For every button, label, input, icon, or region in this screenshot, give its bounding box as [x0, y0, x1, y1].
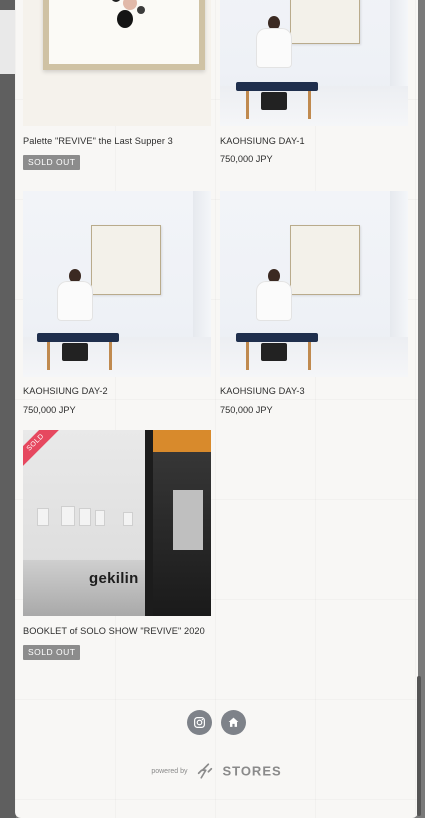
product-card[interactable]: Palette "REVIVE" the Last Supper 3 SOLD … [23, 0, 211, 170]
page-backdrop [0, 0, 16, 818]
store-sheet: Palette "REVIVE" the Last Supper 3 SOLD … [15, 0, 418, 818]
exhibit-piece [123, 512, 133, 526]
room-floor [23, 337, 211, 377]
sold-out-badge: SOLD OUT [23, 155, 81, 170]
exhibit-piece [95, 510, 105, 526]
bench-leg [47, 342, 50, 370]
room-scene [220, 0, 408, 126]
product-card[interactable]: KAOHSIUNG DAY-3 750,000 JPY [220, 191, 408, 415]
page-viewport: Palette "REVIVE" the Last Supper 3 SOLD … [0, 0, 425, 818]
room-scene [220, 191, 408, 377]
bench-leg [308, 342, 311, 370]
sold-out-badge: SOLD OUT [23, 645, 81, 660]
scrollbar-thumb[interactable] [417, 676, 421, 816]
exhibit-piece [37, 508, 49, 526]
window-frame [145, 430, 153, 616]
stores-brand: STORES [222, 763, 282, 779]
bench [236, 82, 318, 91]
bench-leg [109, 342, 112, 370]
person-body [256, 281, 292, 321]
gallery-door [173, 490, 203, 550]
instagram-icon [194, 717, 205, 728]
product-card[interactable]: gekilin SOLD BOOKLET of SOLO SHOW "REVIV… [23, 430, 211, 660]
product-name[interactable]: KAOHSIUNG DAY-1 [220, 136, 305, 146]
store-footer: powered by STORES [15, 700, 418, 800]
paint-dot [137, 6, 145, 14]
powered-by-label: powered by [151, 767, 188, 775]
home-link[interactable] [221, 710, 246, 735]
painting-frame [43, 0, 205, 70]
room-scene [23, 191, 211, 377]
paint-dot [117, 10, 133, 28]
product-card[interactable]: KAOHSIUNG DAY-1 750,000 JPY [220, 0, 408, 164]
product-image[interactable] [220, 0, 408, 126]
gallery-photo: gekilin [23, 430, 211, 616]
product-price: 750,000 JPY [220, 405, 273, 415]
wall-artwork [290, 0, 360, 44]
bench-leg [246, 91, 249, 119]
gallery-logo-text: gekilin [89, 570, 139, 587]
person-body [256, 28, 292, 68]
person-legs [62, 343, 88, 361]
exhibit-piece [79, 508, 91, 526]
stores-logo-icon [197, 763, 213, 779]
product-name[interactable]: BOOKLET of SOLO SHOW "REVIVE" 2020 [23, 626, 205, 636]
gallery-orange-panel [153, 430, 211, 452]
gallery-floor [23, 560, 145, 616]
backdrop-strip [0, 10, 16, 74]
instagram-link[interactable] [187, 710, 212, 735]
product-name[interactable]: Palette "REVIVE" the Last Supper 3 [23, 136, 173, 146]
bench [37, 333, 119, 342]
product-name[interactable]: KAOHSIUNG DAY-3 [220, 386, 305, 396]
wall-artwork [290, 225, 360, 295]
bench-leg [308, 91, 311, 119]
exhibit-piece [61, 506, 75, 526]
product-image[interactable]: gekilin SOLD [23, 430, 211, 616]
person-legs [261, 343, 287, 361]
product-card[interactable]: KAOHSIUNG DAY-2 750,000 JPY [23, 191, 211, 415]
product-image[interactable] [23, 0, 211, 126]
bench [236, 333, 318, 342]
powered-by[interactable]: powered by STORES [15, 762, 418, 780]
product-name[interactable]: KAOHSIUNG DAY-2 [23, 386, 108, 396]
person-legs [261, 92, 287, 110]
paint-dot [123, 0, 137, 10]
home-icon [228, 717, 239, 727]
product-price: 750,000 JPY [23, 405, 76, 415]
person-body [57, 281, 93, 321]
product-price: 750,000 JPY [220, 154, 273, 164]
product-image[interactable] [23, 191, 211, 377]
bench-leg [246, 342, 249, 370]
product-image[interactable] [220, 191, 408, 377]
paint-dot [111, 0, 121, 2]
wall-artwork [91, 225, 161, 295]
